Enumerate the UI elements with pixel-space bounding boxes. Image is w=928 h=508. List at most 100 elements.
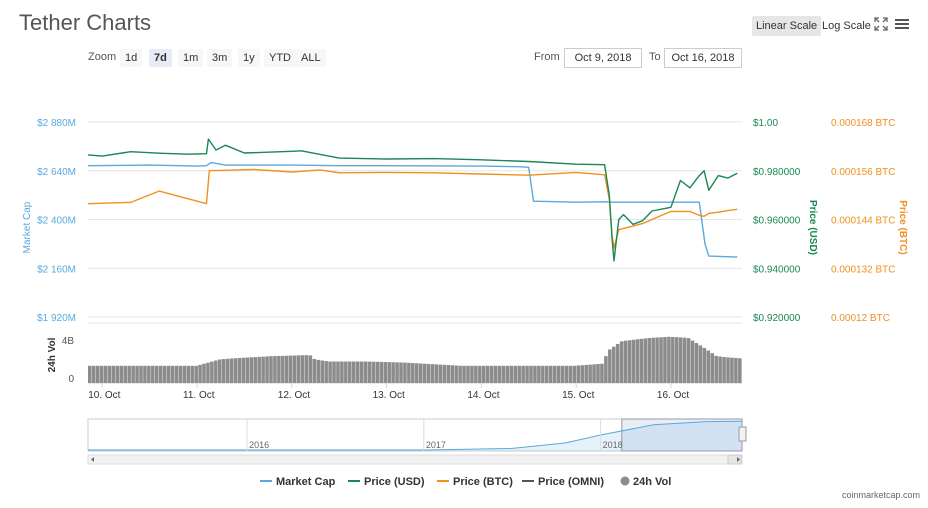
volume-bar [190, 365, 194, 383]
volume-bar [505, 365, 510, 383]
volume-bar [198, 364, 202, 383]
volume-bar [592, 364, 596, 383]
market-cap-tick-label: $2 160M [37, 264, 76, 275]
volume-bar [359, 361, 364, 383]
price-usd-tick-label: $1.00 [753, 118, 778, 129]
volume-bar [111, 365, 116, 383]
volume-bar [269, 356, 273, 383]
price-usd-tick-label: $0.940000 [753, 264, 801, 275]
volume-bar [316, 359, 321, 383]
volume-bar [686, 338, 691, 383]
volume-bar [489, 365, 494, 383]
volume-bar [395, 362, 399, 383]
volume-bar [348, 361, 352, 383]
x-tick-label: 12. Oct [278, 390, 310, 401]
legend-label: Price (OMNI) [538, 476, 604, 488]
volume-bar [438, 364, 443, 383]
x-tick-label: 10. Oct [88, 390, 120, 401]
volume-bar [450, 365, 454, 383]
volume-bar [340, 361, 344, 383]
volume-bar [580, 365, 585, 383]
volume-bar [675, 337, 679, 383]
series-line-price-btc [87, 168, 738, 249]
volume-bar [552, 365, 557, 383]
volume-bar [154, 365, 159, 383]
price-btc-tick-label: 0.000156 BTC [831, 167, 896, 178]
volume-bar [407, 362, 411, 383]
volume-bar [127, 365, 131, 383]
volume-bar [600, 363, 604, 383]
volume-bar [611, 346, 616, 383]
volume-bar [466, 365, 470, 383]
volume-bar [426, 363, 431, 383]
legend-symbol-volume [620, 476, 630, 486]
market-cap-tick-label: $2 400M [37, 216, 76, 227]
volume-bar [375, 361, 380, 383]
volume-bars [88, 336, 742, 383]
price-usd-tick-label: $0.920000 [753, 313, 801, 324]
volume-bar [202, 363, 206, 383]
volume-bar [718, 356, 722, 383]
legend-label: Price (BTC) [453, 476, 513, 488]
price-btc-tick-label: 0.000168 BTC [831, 118, 896, 129]
volume-bar [513, 365, 518, 383]
volume-bar [371, 361, 376, 383]
price-btc-tick-label: 0.000132 BTC [831, 264, 896, 275]
volume-bar [560, 365, 565, 383]
volume-bar [564, 365, 569, 383]
volume-bar [312, 358, 317, 383]
volume-bar [446, 365, 451, 383]
x-tick-label: 16. Oct [657, 390, 689, 401]
volume-bar [442, 364, 447, 383]
market-cap-tick-label: $2 640M [37, 167, 76, 178]
volume-bar [214, 360, 218, 383]
volume-bar [273, 356, 277, 383]
volume-bar [619, 341, 624, 383]
volume-bar [545, 365, 549, 383]
volume-bar [166, 365, 171, 383]
volume-tick-label: 4B [62, 336, 75, 347]
volume-bar [103, 365, 108, 383]
price-usd-tick-label: $0.980000 [753, 167, 801, 178]
volume-bar [206, 362, 210, 383]
volume-bar [284, 355, 289, 383]
volume-bar [135, 365, 139, 383]
volume-bar [229, 358, 234, 383]
volume-bar [281, 355, 285, 383]
price-btc-tick-label: 0.00012 BTC [831, 313, 890, 324]
volume-bar [182, 365, 187, 383]
volume-bar [734, 357, 738, 383]
legend-label: Price (USD) [364, 476, 425, 488]
volume-bar [521, 365, 525, 383]
volume-bar [533, 365, 537, 383]
volume-bar [249, 357, 254, 383]
volume-bar [639, 338, 644, 383]
volume-bar [158, 365, 163, 383]
volume-bar [726, 357, 730, 383]
volume-bar [667, 336, 671, 383]
volume-bar [596, 364, 600, 383]
volume-bar [332, 361, 336, 383]
volume-bar [474, 365, 478, 383]
volume-bar [738, 358, 742, 383]
volume-bar [88, 365, 92, 383]
market-cap-tick-label: $1 920M [37, 313, 76, 324]
volume-bar [194, 365, 198, 383]
volume-bar [233, 358, 238, 383]
navigator: 2016 2017 2018 [87, 418, 747, 465]
volume-bar [300, 355, 305, 383]
volume-bar [379, 361, 384, 383]
volume-bar [541, 365, 545, 383]
volume-bar [237, 357, 242, 383]
x-tick-label: 13. Oct [373, 390, 405, 401]
volume-bar [363, 361, 368, 383]
volume-bar [525, 365, 529, 383]
volume-bar [537, 365, 541, 383]
volume-bar [659, 337, 663, 383]
volume-bar [706, 350, 711, 383]
volume-bar [434, 364, 439, 383]
volume-bar [635, 339, 640, 383]
volume-bar [714, 355, 718, 383]
volume-bar [99, 365, 104, 383]
legend-label: Market Cap [276, 476, 336, 488]
